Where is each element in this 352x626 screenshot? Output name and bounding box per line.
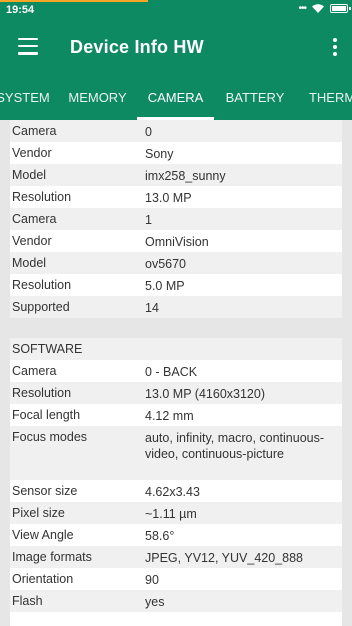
row-label: Sensor size <box>12 484 78 498</box>
list-bottom-padding <box>10 612 342 626</box>
battery-icon <box>330 4 351 13</box>
info-row-flash: Flash yes <box>10 590 342 612</box>
row-value: 14 <box>145 301 159 315</box>
row-value: 13.0 MP <box>145 191 192 205</box>
info-row-resolution: Resolution 13.0 MP (4160x3120) <box>10 382 342 404</box>
row-value: 4.62x3.43 <box>145 485 200 499</box>
row-value: 58.6° <box>145 529 175 543</box>
row-label: Vendor <box>12 234 52 248</box>
info-row-view-angle: View Angle 58.6° <box>10 524 342 546</box>
status-bar: 19:54 ••• <box>0 0 352 20</box>
info-row-sensor-size: Sensor size 4.62x3.43 <box>10 480 342 502</box>
info-row-camera: Camera 0 <box>10 120 342 142</box>
row-label: Camera <box>12 212 57 226</box>
info-row-model: Model ov5670 <box>10 252 342 274</box>
info-row-focus-modes: Focus modes auto, infinity, macro, conti… <box>10 426 342 480</box>
tab-memory[interactable]: MEMORY <box>64 75 131 120</box>
tab-thermal[interactable]: THERMAL <box>305 75 352 120</box>
row-value: ~1.11 µm <box>145 507 197 521</box>
info-row-resolution: Resolution 13.0 MP <box>10 186 342 208</box>
row-label: Orientation <box>12 572 74 586</box>
row-value: 4.12 mm <box>145 409 194 423</box>
section-divider <box>10 318 342 338</box>
hamburger-menu-icon[interactable] <box>18 38 38 55</box>
download-progress-line <box>0 0 148 2</box>
row-label: Camera <box>12 364 57 378</box>
row-value: imx258_sunny <box>145 169 226 183</box>
tab-bar: SYSTEM MEMORY CAMERA BATTERY THERMAL <box>0 75 352 120</box>
row-value: Sony <box>145 147 174 161</box>
info-row-model: Model imx258_sunny <box>10 164 342 186</box>
row-label: Camera <box>12 124 57 138</box>
row-label: Flash <box>12 594 43 608</box>
wifi-icon <box>312 4 324 13</box>
row-label: View Angle <box>12 528 74 542</box>
more-options-icon[interactable] <box>332 38 338 58</box>
info-row-vendor: Vendor Sony <box>10 142 342 164</box>
row-value: 0 - BACK <box>145 365 198 379</box>
row-label: Image formats <box>12 550 92 564</box>
app-title: Device Info HW <box>70 37 204 57</box>
info-row-pixel-size: Pixel size ~1.11 µm <box>10 502 342 524</box>
row-value: 0 <box>145 125 152 139</box>
row-value: 13.0 MP (4160x3120) <box>145 387 265 401</box>
status-time: 19:54 <box>6 4 35 16</box>
row-label: Resolution <box>12 190 72 204</box>
battery-level <box>332 6 346 11</box>
info-row-resolution: Resolution 5.0 MP <box>10 274 342 296</box>
info-row-camera: Camera 1 <box>10 208 342 230</box>
info-row-orientation: Orientation 90 <box>10 568 342 590</box>
row-label: Focal length <box>12 408 81 422</box>
row-label: Resolution <box>12 278 72 292</box>
app-bar: Device Info HW <box>0 20 352 75</box>
row-label: Model <box>12 256 47 270</box>
info-row-supported: Supported 14 <box>10 296 342 318</box>
row-label: Pixel size <box>12 506 65 520</box>
info-row-focal-length: Focal length 4.12 mm <box>10 404 342 426</box>
row-value: 5.0 MP <box>145 279 185 293</box>
row-label: Focus modes <box>12 430 88 444</box>
status-icons: ••• <box>298 3 351 14</box>
row-value: JPEG, YV12, YUV_420_888 <box>145 551 303 565</box>
section-heading-software: SOFTWARE <box>10 338 342 360</box>
row-value: 90 <box>145 573 159 587</box>
row-value: auto, infinity, macro, continuous-video,… <box>145 431 325 461</box>
row-label: Vendor <box>12 146 52 160</box>
tab-camera[interactable]: CAMERA <box>137 75 214 120</box>
tab-battery[interactable]: BATTERY <box>221 75 289 120</box>
info-row-image-formats: Image formats JPEG, YV12, YUV_420_888 <box>10 546 342 568</box>
signal-dots-icon: ••• <box>298 3 306 14</box>
row-value: 1 <box>145 213 152 227</box>
section-heading-label: SOFTWARE <box>12 342 83 356</box>
camera-info-list[interactable]: Camera 0 Vendor Sony Model imx258_sunny … <box>10 120 342 626</box>
row-value: yes <box>145 595 165 609</box>
info-row-camera: Camera 0 - BACK <box>10 360 342 382</box>
tab-system[interactable]: SYSTEM <box>0 75 50 120</box>
row-value: OmniVision <box>145 235 209 249</box>
row-label: Model <box>12 168 47 182</box>
info-row-vendor: Vendor OmniVision <box>10 230 342 252</box>
row-label: Resolution <box>12 386 72 400</box>
row-value: ov5670 <box>145 257 187 271</box>
row-label: Supported <box>12 300 70 314</box>
